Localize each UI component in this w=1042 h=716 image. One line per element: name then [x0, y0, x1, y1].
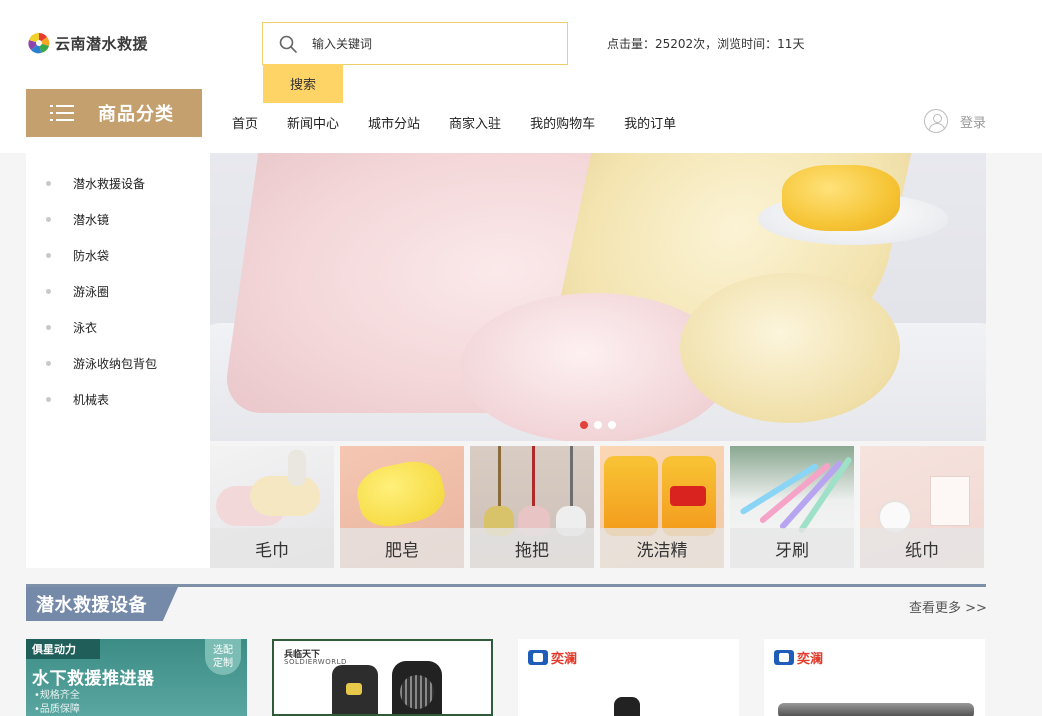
soap-image [352, 455, 450, 533]
tile-mop[interactable]: 拖把 [470, 446, 594, 568]
bullet-icon [46, 397, 51, 402]
product-card[interactable]: 奕澜 [764, 639, 985, 716]
sidebar-item-swimsuit[interactable]: 泳衣 [46, 319, 97, 336]
category-title: 商品分类 [98, 104, 174, 125]
section-divider [26, 584, 986, 587]
sidebar-item-label: 机械表 [73, 393, 110, 407]
sidebar-item-swim-bag[interactable]: 游泳收纳包背包 [46, 355, 157, 372]
bullet-icon [46, 361, 51, 366]
tile-tissue[interactable]: 纸巾 [860, 446, 984, 568]
product-image [614, 697, 640, 716]
product-image [778, 703, 974, 716]
tile-label: 纸巾 [860, 528, 984, 568]
bullet-icon [46, 289, 51, 294]
sidebar-item-goggles[interactable]: 潜水镜 [46, 211, 109, 228]
tile-label: 拖把 [470, 528, 594, 568]
bottle-image [288, 450, 306, 486]
bullet-icon [46, 181, 51, 186]
sidebar-item-label: 潜水救援设备 [73, 177, 146, 191]
bullet-icon [46, 217, 51, 222]
sidebar-item-label: 泳衣 [73, 321, 98, 335]
site-logo[interactable]: 云南潜水救援 [27, 31, 148, 55]
product-sub: •规格齐全 •品质保障 [34, 689, 80, 716]
detergent-label [670, 486, 706, 506]
nav-news[interactable]: 新闻中心 [287, 113, 339, 132]
brand-logo: 奕澜 [774, 648, 823, 667]
sidebar-item-label: 防水袋 [73, 249, 110, 263]
tile-label: 毛巾 [210, 528, 334, 568]
product-brand-badge: 俱星动力 [26, 639, 100, 659]
category-header[interactable]: 商品分类 [26, 89, 202, 137]
brand-name: 奕澜 [551, 652, 578, 667]
product-title: 水下救援推进器 [32, 669, 155, 689]
towel-image [250, 476, 320, 516]
brand-logo-icon [774, 650, 794, 665]
main-nav: 首页 新闻中心 城市分站 商家入驻 我的购物车 我的订单 [232, 113, 705, 132]
logo-pinwheel-icon [27, 31, 51, 55]
banner-image-towel-yellow-roll [680, 273, 900, 423]
search-icon[interactable] [278, 34, 298, 54]
tile-label: 洗洁精 [600, 528, 724, 568]
carousel-dots [580, 421, 616, 429]
product-tag-text: 选配定制 [213, 645, 233, 669]
product-tiles: 毛巾 肥皂 拖把 洗洁精 牙刷 纸巾 [210, 446, 986, 568]
sidebar-item-label: 游泳收纳包背包 [73, 357, 158, 371]
login-link[interactable]: 登录 [960, 112, 986, 131]
search-box [262, 22, 568, 65]
tile-label: 牙刷 [730, 528, 854, 568]
login-area[interactable]: 登录 [924, 109, 986, 133]
sidebar-item-label: 潜水镜 [73, 213, 110, 227]
nav-orders[interactable]: 我的订单 [624, 113, 676, 132]
brand-logo: 奕澜 [528, 648, 577, 667]
tile-dish-soap[interactable]: 洗洁精 [600, 446, 724, 568]
sidebar-item-watch[interactable]: 机械表 [46, 391, 109, 408]
product-card[interactable]: 俱星动力 选配定制 水下救援推进器 •规格齐全 •品质保障 [26, 639, 247, 716]
search-button[interactable]: 搜索 [263, 64, 343, 103]
detergent-bottle [604, 456, 658, 536]
product-sub-line: •品质保障 [34, 704, 80, 715]
banner-carousel[interactable] [210, 153, 986, 441]
nav-city[interactable]: 城市分站 [368, 113, 420, 132]
banner-image-soap [782, 165, 900, 231]
product-sub-line: •规格齐全 [34, 690, 80, 701]
nav-merchant[interactable]: 商家入驻 [449, 113, 501, 132]
section-title: 潜水救援设备 [26, 587, 178, 621]
view-more-link[interactable]: 查看更多 >> [909, 597, 987, 616]
menu-icon [50, 105, 74, 121]
brand-name: 奕澜 [797, 652, 824, 667]
product-card[interactable]: 奕澜 [518, 639, 739, 716]
sidebar-item-dry-bag[interactable]: 防水袋 [46, 247, 109, 264]
sidebar-item-diving-rescue[interactable]: 潜水救援设备 [46, 175, 145, 192]
carousel-dot-1[interactable] [580, 421, 588, 429]
product-tag: 选配定制 [205, 639, 241, 675]
logo-text: 云南潜水救援 [55, 34, 149, 53]
search-input[interactable] [312, 36, 542, 51]
tile-label: 肥皂 [340, 528, 464, 568]
tile-soap[interactable]: 肥皂 [340, 446, 464, 568]
sidebar-item-label: 游泳圈 [73, 285, 110, 299]
bullet-icon [46, 325, 51, 330]
bullet-icon [46, 253, 51, 258]
carousel-dot-3[interactable] [608, 421, 616, 429]
product-image-detail [400, 675, 434, 709]
carousel-dot-2[interactable] [594, 421, 602, 429]
tile-toothbrush[interactable]: 牙刷 [730, 446, 854, 568]
product-image-detail [346, 683, 362, 695]
user-icon [924, 109, 948, 133]
product-card[interactable]: 兵临天下 SOLDIERWORLD [272, 639, 493, 716]
nav-home[interactable]: 首页 [232, 113, 258, 132]
category-sidebar: 潜水救援设备 潜水镜 防水袋 游泳圈 泳衣 游泳收纳包背包 机械表 [26, 153, 210, 568]
tile-towel[interactable]: 毛巾 [210, 446, 334, 568]
brand-logo-icon [528, 650, 548, 665]
nav-cart[interactable]: 我的购物车 [530, 113, 595, 132]
tissue-box [930, 476, 970, 526]
sidebar-item-swim-ring[interactable]: 游泳圈 [46, 283, 109, 300]
visit-stats: 点击量：25202次，浏览时间：11天 [607, 37, 805, 51]
